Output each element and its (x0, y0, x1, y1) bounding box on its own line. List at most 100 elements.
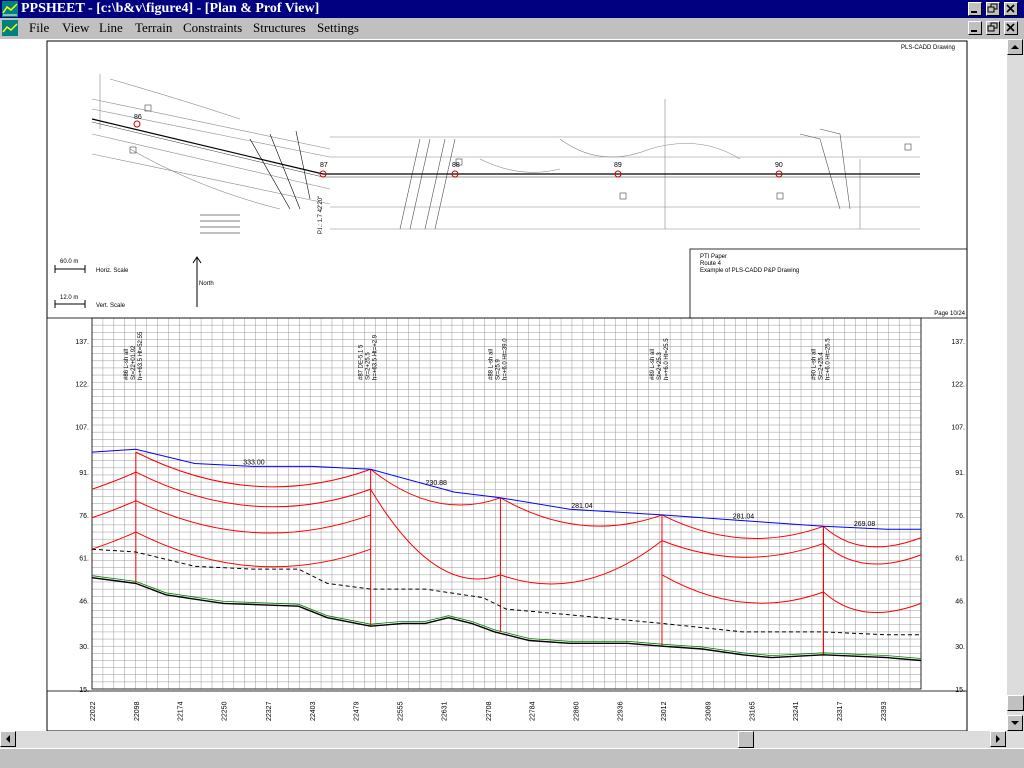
profile-view: 15. 15. 30. 30. 46. 46. 61. 61. 76. 76. 91. 91. 107.… (46, 317, 968, 721)
title-block-line1: PTI Paper (700, 254, 727, 260)
x-tick-label: 22098 (134, 701, 141, 721)
close-button[interactable] (1004, 2, 1018, 16)
status-bar (0, 748, 1024, 768)
doc-minimize-button[interactable] (968, 21, 982, 35)
structure-height-90: h=+6.0 Ht=25.5 (826, 338, 832, 380)
close-icon (1006, 23, 1015, 32)
y-tick-label-left: 15. (79, 687, 89, 694)
menu-line[interactable]: Line (99, 20, 123, 36)
x-tick-label: 22250 (222, 701, 229, 721)
structure-station-89: St=2+25.3 (657, 352, 663, 380)
doc-restore-button[interactable] (986, 21, 1000, 35)
scroll-left-button[interactable] (0, 731, 16, 747)
menu-settings[interactable]: Settings (317, 20, 359, 36)
app-icon[interactable] (2, 1, 18, 17)
x-tick-label: 23165 (749, 701, 756, 721)
structure-height-89: h=+6.0 Ht=25.5 (664, 338, 670, 380)
y-tick-label-left: 137. (75, 339, 89, 346)
x-tick-label: 22784 (530, 701, 537, 721)
structure-height-87: h=+63.5 Ht=+2.9 (373, 334, 379, 380)
y-tick-label-right: 107. (951, 424, 965, 431)
drawing-canvas[interactable]: PLS-CADD Drawing 86 87 88 89 90 P.I.: 1.… (0, 39, 1007, 731)
menu-view[interactable]: View (62, 20, 89, 36)
plan-structure-87-label: 87 (320, 162, 328, 169)
restore-icon (987, 22, 998, 32)
x-tick-label: 23089 (706, 701, 713, 721)
span-length-label: 269.08 (854, 521, 876, 528)
horiz-scale-label: Horiz. Scale (96, 268, 129, 274)
y-tick-label-right: 46. (955, 599, 965, 606)
vert-scale-label: Vert. Scale (96, 303, 126, 309)
plan-profile-sheet: PLS-CADD Drawing 86 87 88 89 90 P.I.: 1.… (46, 40, 968, 731)
x-tick-label: 22860 (573, 701, 580, 721)
minimize-button[interactable] (968, 2, 982, 16)
y-tick-label-left: 76. (79, 513, 89, 520)
structure-station-86: St=22+01.92 (131, 345, 137, 380)
restore-icon (987, 3, 998, 13)
span-length-label: 230.88 (426, 480, 448, 487)
y-tick-label-right: 91. (955, 470, 965, 477)
minimize-icon (971, 30, 977, 32)
x-tick-label: 23317 (837, 701, 844, 721)
y-tick-label-left: 107. (75, 424, 89, 431)
structure-height-88: h=+6.0 Ht=39.0 (502, 338, 508, 380)
scroll-up-button[interactable] (1007, 39, 1023, 55)
restore-button[interactable] (986, 2, 1000, 16)
structure-label-86: #86 L-sh all (124, 349, 130, 380)
y-tick-label-left: 46. (79, 599, 89, 606)
menu-file[interactable]: File (29, 20, 49, 36)
y-tick-label-right: 137. (951, 339, 965, 346)
x-tick-label: 22479 (354, 701, 361, 721)
plan-structure-86-label: 86 (134, 114, 142, 121)
y-tick-label-right: 61. (955, 556, 965, 563)
document-icon[interactable] (2, 20, 18, 36)
x-tick-label: 22403 (310, 701, 317, 721)
doc-close-button[interactable] (1004, 21, 1018, 35)
vertical-scrollbar[interactable] (1007, 39, 1024, 731)
arrow-right-icon (996, 735, 1000, 743)
scroll-down-button[interactable] (1007, 715, 1023, 731)
menu-structures[interactable]: Structures (253, 20, 306, 36)
structure-station-88: St=25.9 (495, 358, 501, 380)
x-tick-label: 22936 (617, 701, 624, 721)
y-tick-label-left: 61. (79, 556, 89, 563)
menu-terrain[interactable]: Terrain (135, 20, 172, 36)
x-tick-label: 23393 (881, 701, 888, 721)
x-tick-label: 22327 (266, 701, 273, 721)
y-tick-label-left: 91. (79, 470, 89, 477)
x-tick-label: 22022 (90, 701, 97, 721)
x-tick-label: 22631 (441, 701, 448, 721)
pi-label: P.I.: 1.7 42'20" (318, 196, 324, 234)
plan-structure-88-label: 88 (452, 162, 460, 169)
plan-structure-90-label: 90 (775, 162, 783, 169)
arrow-up-icon (1011, 45, 1019, 49)
y-tick-label-right: 30. (955, 644, 965, 651)
page-number: Page 10/24 (934, 311, 965, 317)
y-tick-label-right: 122. (951, 382, 965, 389)
title-bar: PPSHEET - [c:\b&v\figure4] - [Plan & Pro… (0, 0, 1024, 18)
x-tick-label: 23012 (661, 701, 668, 721)
close-icon (1006, 4, 1015, 13)
vertical-scroll-thumb[interactable] (1007, 695, 1024, 711)
menu-bar: File View Line Terrain Constraints Struc… (0, 18, 1024, 38)
title-block-line3: Example of PLS-CADD P&P Drawing (700, 268, 799, 274)
y-tick-label-left: 122. (75, 382, 89, 389)
x-tick-label: 22174 (178, 701, 185, 721)
structure-label-89: #89 L-sh all (650, 349, 656, 380)
horiz-scale-value: 60.0 m (60, 259, 78, 265)
menu-constraints[interactable]: Constraints (183, 20, 242, 36)
drawing-tag: PLS-CADD Drawing (901, 45, 955, 51)
horizontal-scrollbar[interactable] (0, 731, 1024, 748)
structure-height-86: h=+63.5 Ht=52.55 (138, 331, 144, 380)
minimize-icon (971, 11, 977, 13)
arrow-down-icon (1011, 721, 1019, 725)
structure-station-87: St=2+25.5 (366, 352, 372, 380)
y-tick-label-right: 15. (955, 687, 965, 694)
plan-structure-89-label: 89 (614, 162, 622, 169)
x-tick-label: 22708 (486, 701, 493, 721)
horizontal-scroll-thumb[interactable] (738, 731, 754, 748)
scroll-right-button[interactable] (990, 731, 1006, 747)
structure-label-88: #88 L-sh all (488, 349, 494, 380)
span-length-label: 281.04 (571, 503, 593, 510)
y-tick-label-right: 76. (955, 513, 965, 520)
